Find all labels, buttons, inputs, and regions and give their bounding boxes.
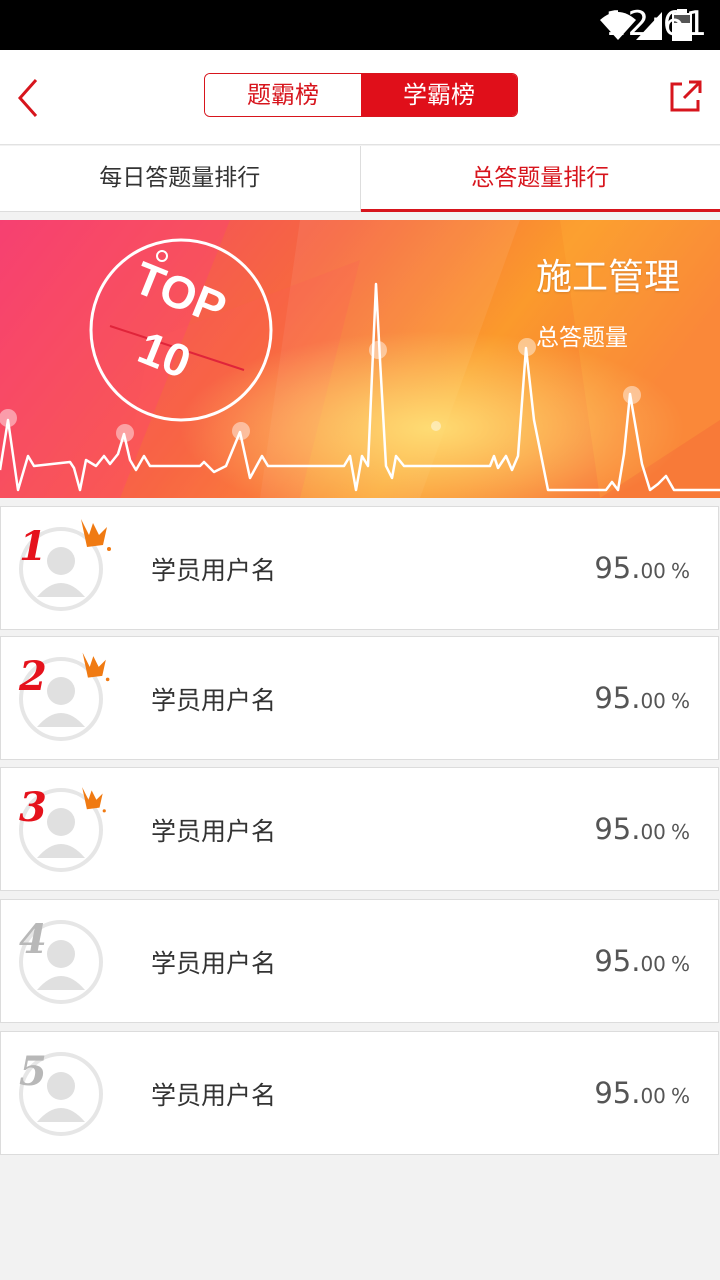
percent-int: 95. bbox=[594, 1076, 641, 1110]
user-name: 学员用户名 bbox=[151, 556, 277, 585]
percent-unit: % bbox=[670, 689, 690, 713]
tab-total-ranking[interactable]: 总答题量排行 bbox=[359, 146, 720, 212]
share-icon bbox=[670, 80, 702, 112]
segment-student-rank[interactable]: 学霸榜 bbox=[361, 74, 517, 116]
score-percent: 95.00 % bbox=[594, 551, 690, 585]
percent-unit: % bbox=[670, 952, 690, 976]
status-bar: 12:61 bbox=[0, 0, 720, 50]
chevron-left-icon bbox=[17, 79, 38, 117]
rank-number: 5 bbox=[19, 1048, 47, 1095]
list-item[interactable]: 4 学员用户名 95.00 % bbox=[0, 899, 719, 1023]
tab-daily-ranking[interactable]: 每日答题量排行 bbox=[0, 146, 360, 211]
share-button[interactable] bbox=[666, 76, 706, 116]
user-name: 学员用户名 bbox=[151, 1081, 277, 1110]
list-item[interactable]: 2 学员用户名 95.00 % bbox=[0, 636, 719, 760]
banner-title: 施工管理 bbox=[535, 257, 680, 298]
percent-int: 95. bbox=[594, 551, 641, 585]
percent-int: 95. bbox=[594, 681, 641, 715]
percent-unit: % bbox=[670, 1084, 690, 1108]
banner-subtitle: 总答题量 bbox=[536, 325, 628, 351]
score-percent: 95.00 % bbox=[594, 944, 690, 978]
user-name: 学员用户名 bbox=[151, 949, 277, 978]
rank-number: 3 bbox=[19, 784, 47, 831]
list-item[interactable]: 5 学员用户名 95.00 % bbox=[0, 1031, 719, 1155]
percent-dec: 00 bbox=[640, 689, 666, 713]
list-item[interactable]: 1 学员用户名 95.00 % bbox=[0, 506, 719, 630]
list-item[interactable]: 3 学员用户名 95.00 % bbox=[0, 767, 719, 891]
crown-icon bbox=[82, 652, 110, 682]
percent-unit: % bbox=[670, 559, 690, 583]
rank-number: 2 bbox=[19, 653, 47, 700]
status-time: 12:61 bbox=[605, 4, 708, 44]
back-button[interactable] bbox=[10, 72, 50, 122]
top-navbar: 题霸榜 学霸榜 bbox=[0, 50, 720, 145]
percent-int: 95. bbox=[594, 944, 641, 978]
percent-dec: 00 bbox=[640, 559, 666, 583]
percent-int: 95. bbox=[594, 812, 641, 846]
percent-unit: % bbox=[670, 820, 690, 844]
ranking-type-switch: 题霸榜 学霸榜 bbox=[204, 73, 518, 117]
percent-dec: 00 bbox=[640, 952, 666, 976]
rank-number: 1 bbox=[19, 523, 47, 570]
score-percent: 95.00 % bbox=[594, 1076, 690, 1110]
score-percent: 95.00 % bbox=[594, 681, 690, 715]
user-name: 学员用户名 bbox=[151, 686, 277, 715]
ranking-tabs: 每日答题量排行 总答题量排行 bbox=[0, 146, 720, 212]
percent-dec: 00 bbox=[640, 1084, 666, 1108]
segment-question-rank[interactable]: 题霸榜 bbox=[205, 74, 361, 116]
rank-number: 4 bbox=[19, 916, 47, 963]
user-name: 学员用户名 bbox=[151, 817, 277, 846]
crown-icon bbox=[81, 519, 111, 551]
crown-icon bbox=[82, 787, 106, 813]
top10-banner: TOP 10 施工管理 总答题量 bbox=[0, 220, 720, 498]
score-percent: 95.00 % bbox=[594, 812, 690, 846]
percent-dec: 00 bbox=[640, 820, 666, 844]
